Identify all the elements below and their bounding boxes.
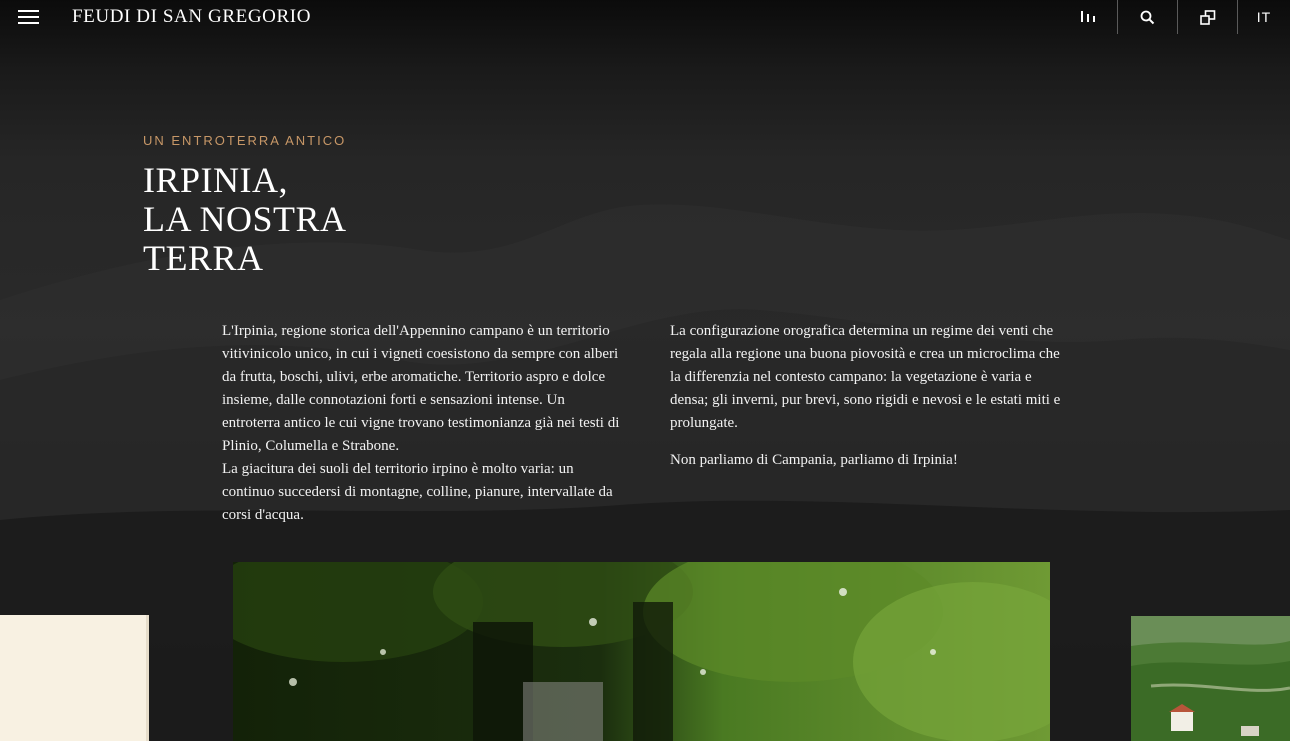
language-switch[interactable]: IT — [1238, 0, 1290, 34]
village-photo — [1131, 616, 1290, 741]
overlapping-squares-icon — [1199, 9, 1215, 25]
paragraph: Non parliamo di Campania, parliamo di Ir… — [670, 452, 958, 468]
hamburger-icon-line — [18, 22, 39, 24]
gallery-image-main[interactable] — [233, 562, 1050, 741]
page-title: IRPINIA, LA NOSTRA TERRA — [143, 161, 347, 278]
title-line: LA NOSTRA — [143, 199, 347, 239]
hamburger-icon — [18, 10, 39, 12]
section-eyebrow: UN ENTROTERRA ANTICO — [143, 133, 347, 148]
paragraph: La giacitura dei suoli del territorio ir… — [222, 461, 613, 523]
wine-catalog-button[interactable] — [1058, 0, 1117, 34]
search-button[interactable] — [1118, 0, 1177, 34]
shop-button[interactable] — [1178, 0, 1237, 34]
paragraph: La configurazione orografica determina u… — [670, 323, 1061, 431]
hamburger-icon-line — [18, 16, 39, 18]
hamburger-menu-button[interactable] — [18, 9, 40, 25]
gallery-image-left[interactable] — [0, 615, 149, 741]
brand-logo[interactable]: FEUDI DI SAN GREGORIO — [72, 6, 311, 28]
intro-column-left: L'Irpinia, regione storica dell'Appennin… — [222, 320, 622, 527]
paragraph: L'Irpinia, regione storica dell'Appennin… — [222, 323, 620, 454]
bar-chart-icon — [1080, 11, 1095, 22]
site-header: FEUDI DI SAN GREGORIO IT — [0, 0, 1290, 34]
title-line: TERRA — [143, 238, 264, 278]
search-icon — [1140, 10, 1155, 24]
image-placeholder — [0, 615, 149, 741]
intro-column-right: La configurazione orografica determina u… — [670, 320, 1070, 472]
gallery-image-right[interactable] — [1131, 616, 1290, 741]
forest-photo — [233, 562, 1050, 741]
title-line: IRPINIA, — [143, 160, 288, 200]
